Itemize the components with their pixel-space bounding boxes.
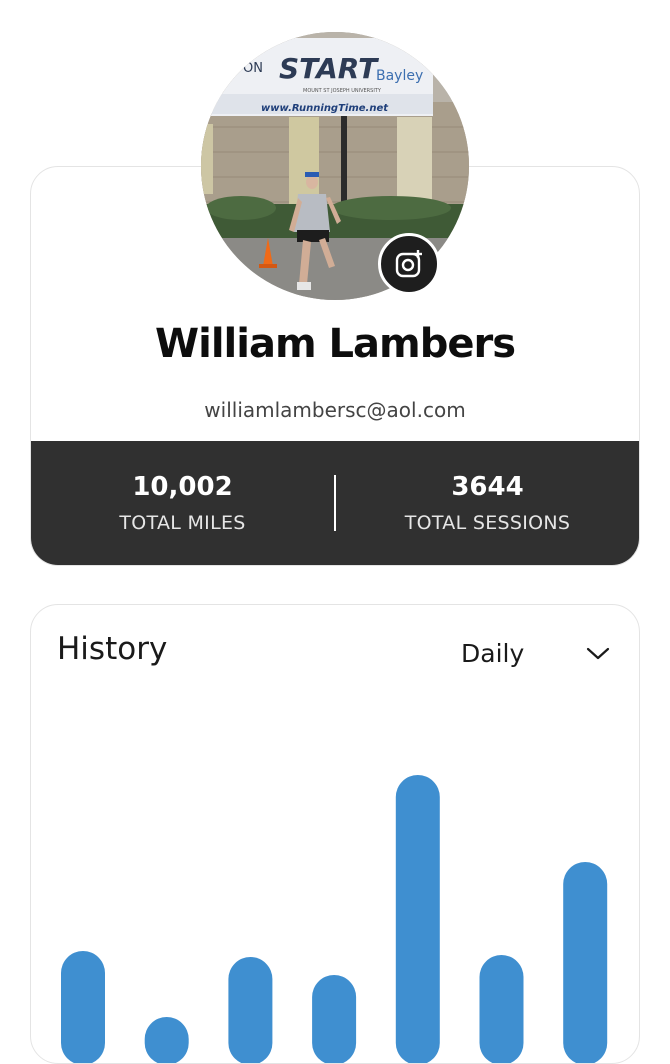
svg-text:MOUNT ST JOSEPH UNIVERSITY: MOUNT ST JOSEPH UNIVERSITY	[303, 88, 382, 94]
stat-value: 10,002	[132, 472, 233, 502]
instagram-add-icon	[395, 250, 422, 278]
stat-label: TOTAL MILES	[119, 512, 246, 534]
history-bar[interactable]	[479, 955, 524, 1064]
history-bar[interactable]	[563, 862, 608, 1064]
svg-text:www.RunningTime.net: www.RunningTime.net	[261, 103, 389, 114]
svg-text:START: START	[279, 52, 379, 85]
history-card: History Daily	[30, 604, 640, 1064]
svg-text:Bayley: Bayley	[376, 68, 423, 84]
history-bar[interactable]	[61, 951, 105, 1064]
profile-email: williamlambersc@aol.com	[204, 398, 466, 422]
history-bar[interactable]	[228, 957, 273, 1064]
history-bar[interactable]	[312, 975, 357, 1064]
history-bar[interactable]	[144, 1017, 189, 1064]
change-photo-button[interactable]	[378, 233, 440, 295]
svg-text:ON: ON	[243, 61, 263, 76]
history-bar[interactable]	[395, 775, 440, 1064]
stats-bar: 10,002 TOTAL MILES 3644 TOTAL SESSIONS	[31, 441, 639, 565]
stat-value: 3644	[451, 472, 524, 502]
stat-label: TOTAL SESSIONS	[404, 512, 571, 534]
stat-total-miles: 10,002 TOTAL MILES	[31, 472, 334, 534]
stat-total-sessions: 3644 TOTAL SESSIONS	[336, 472, 639, 534]
history-chart	[61, 775, 608, 1064]
profile-name: William Lambers	[154, 321, 516, 367]
